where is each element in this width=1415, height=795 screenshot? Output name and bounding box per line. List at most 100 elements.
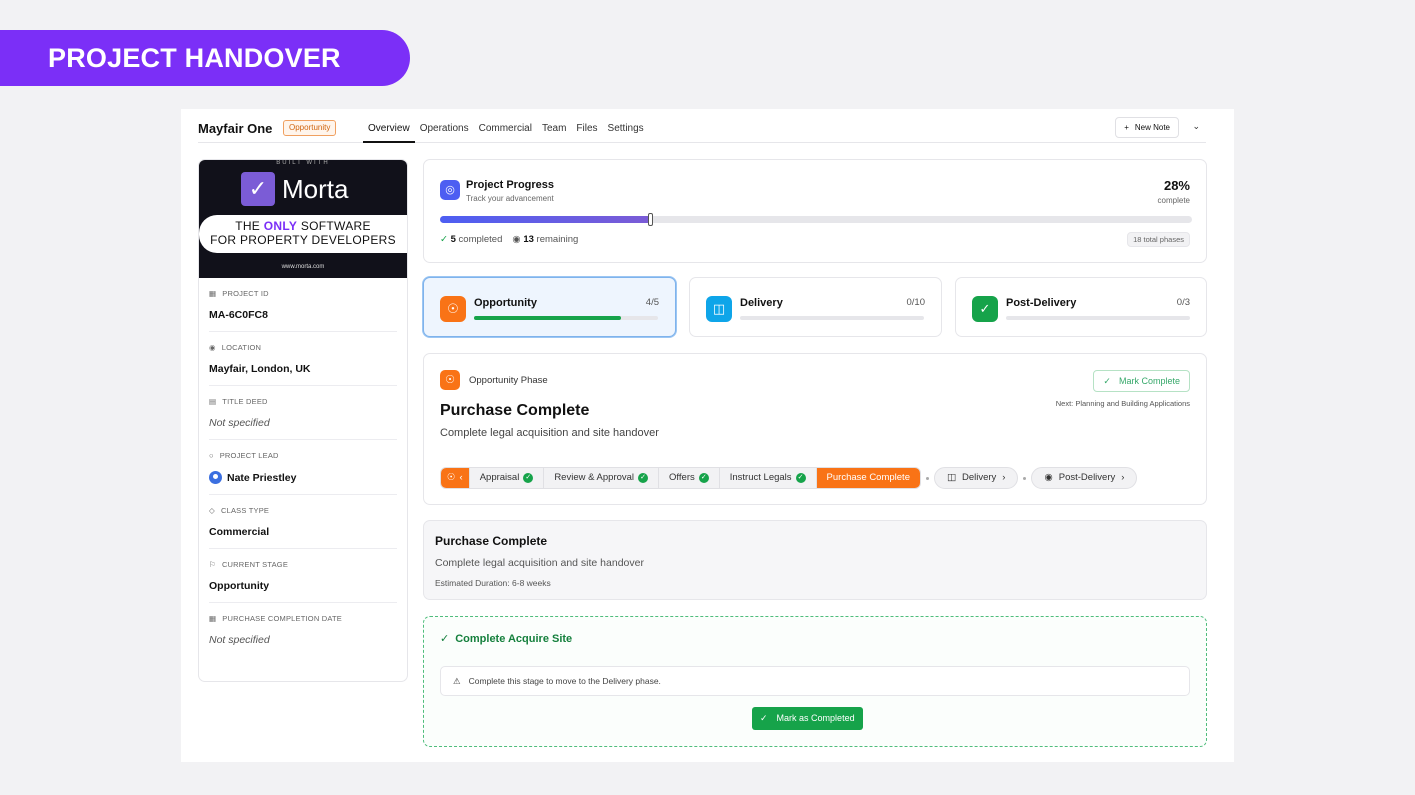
step-label: Appraisal [479,472,520,483]
progress-subtitle: Track your advancement [466,194,554,203]
phase-progress-bar [474,316,658,320]
stage-stepper: ☉ ‹ Appraisal ✓ Review & Approval ✓ Offers ✓… [440,467,1138,489]
remaining-count: 13 [523,234,534,245]
field-value: Mayfair, London, UK [209,363,311,375]
plus-icon: + [1124,123,1129,132]
phase-name: Post-Delivery [1006,297,1077,309]
tab-settings[interactable]: Settings [603,109,649,143]
promo-built-with: BUILT WITH [276,160,330,166]
check-circle-icon: ✓ [1103,376,1111,386]
phase-detail-card: ☉ Opportunity Phase Purchase Complete Co… [423,353,1207,505]
calendar-icon: ▦ [209,614,217,623]
check-logo-icon: ✓ [241,172,275,206]
logo-text: Morta [282,173,349,204]
mark-complete-label: Mark Complete [1118,376,1180,386]
new-note-button[interactable]: + New Note [1115,117,1179,138]
complete-stage-card: ✓ Complete Acquire Site ⚠ Complete this … [423,616,1207,747]
mark-complete-button[interactable]: ✓ Mark Complete [1093,370,1190,392]
tagline-pre: THE [235,219,264,233]
avatar [209,471,222,484]
banner-title: PROJECT HANDOVER [48,42,341,73]
package-icon: ◫ [946,472,956,483]
phase-progress-bar [740,316,924,320]
phase-progress-bar [1006,316,1190,320]
tab-commercial[interactable]: Commercial [474,109,537,143]
progress-stats: ✓ 5 completed ◉ 13 remaining [440,234,578,245]
phase-card-opportunity[interactable]: ☉ Opportunity 4/5 [423,277,676,337]
phase-count: 0/3 [1176,297,1190,308]
stage-subtitle: Complete legal acquisition and site hand… [440,427,659,439]
mark-as-completed-button[interactable]: ✓ Mark as Completed [752,707,863,730]
chevron-right-icon: › [1121,472,1125,483]
project-name: Mayfair One [198,121,273,136]
phase-card-post-delivery[interactable]: ✓ Post-Delivery 0/3 [955,277,1207,337]
phase-label: Opportunity Phase [469,375,548,386]
promo-image: BUILT WITH ✓ Morta THE ONLY SOFTWARE FOR… [199,160,407,278]
step-phase-icon[interactable]: ☉ ‹ [441,468,470,488]
tab-files[interactable]: Files [571,109,602,143]
check-icon: ✓ [523,473,534,483]
new-note-label: New Note [1134,123,1170,132]
document-icon: ▤ [209,397,217,406]
separator-dot [925,476,929,480]
progress-bar-fill [440,213,653,226]
stage-info-card: Purchase Complete Complete legal acquisi… [423,520,1207,600]
check-circle-icon: ✓ [972,296,998,322]
field-value: Opportunity [209,580,270,592]
chevron-down-icon[interactable]: ⌄ [1192,121,1200,132]
chevron-left-icon: ‹ [459,472,463,483]
complete-title: Complete Acquire Site [455,632,573,645]
tag-icon: ◇ [209,506,215,515]
radio-icon: ◉ [512,234,521,245]
app-window: Mayfair One Opportunity Overview Operati… [181,109,1234,762]
check-circle-icon: ✓ [760,713,768,723]
progress-title: Project Progress [466,179,555,191]
step-label: Instruct Legals [729,472,792,483]
check-circle-icon: ✓ [440,633,450,645]
check-circle-icon: ◉ [1044,472,1053,483]
check-icon: ✓ [638,473,649,483]
field-label: PURCHASE COMPLETION DATE [222,614,342,623]
page-banner: PROJECT HANDOVER [0,30,410,86]
package-icon: ◫ [706,296,732,322]
tab-operations[interactable]: Operations [415,109,474,143]
tagline-line2: FOR PROPERTY DEVELOPERS [210,233,396,247]
pill-delivery[interactable]: ◫ Delivery › [933,467,1019,489]
progress-handle [647,213,653,226]
stage-badge: Opportunity [283,120,337,136]
project-sidebar: BUILT WITH ✓ Morta THE ONLY SOFTWARE FOR… [198,159,408,682]
progress-percent-label: complete [1157,196,1190,205]
step-instruct-legals[interactable]: Instruct Legals ✓ [719,468,817,488]
target-icon: ◎ [440,180,460,200]
project-progress-card: ◎ Project Progress Track your advancemen… [423,159,1207,263]
progress-bar [440,213,1192,226]
phase-card-delivery[interactable]: ◫ Delivery 0/10 [689,277,942,337]
flag-icon: ⚐ [209,560,216,569]
estimated-duration: Estimated Duration: 6-8 weeks [435,578,551,588]
step-appraisal[interactable]: Appraisal ✓ [469,468,545,488]
field-label: PROJECT ID [222,289,269,298]
field-label: CURRENT STAGE [221,560,289,569]
warning-icon: ⚠ [453,676,461,686]
top-bar: Mayfair One Opportunity Overview Operati… [198,109,1206,143]
check-icon: ✓ [795,473,806,483]
tab-team[interactable]: Team [537,109,571,143]
step-purchase-complete[interactable]: Purchase Complete [816,468,920,488]
field-label: CLASS TYPE [220,506,270,515]
info-title: Purchase Complete [435,534,548,548]
phase-count: 4/5 [645,297,659,308]
phase-name: Delivery [740,297,783,309]
field-value: Not specified [209,417,270,429]
info-subtitle: Complete legal acquisition and site hand… [435,557,644,569]
step-offers[interactable]: Offers ✓ [659,468,720,488]
opportunity-steps: ☉ ‹ Appraisal ✓ Review & Approval ✓ Offers ✓… [440,467,921,489]
phase-progress-fill [474,316,622,320]
field-project-lead: ○ PROJECT LEAD Nate Priestley [209,440,397,495]
step-review-approval[interactable]: Review & Approval ✓ [544,468,660,488]
field-purchase-completion-date: ▦ PURCHASE COMPLETION DATE Not specified [209,603,397,656]
morta-logo: ✓ Morta [241,172,348,206]
tab-overview[interactable]: Overview [363,109,415,143]
pill-post-delivery[interactable]: ◉ Post-Delivery › [1031,467,1138,489]
complete-note: ⚠ Complete this stage to move to the Del… [440,666,1190,696]
user-icon: ○ [209,451,214,460]
